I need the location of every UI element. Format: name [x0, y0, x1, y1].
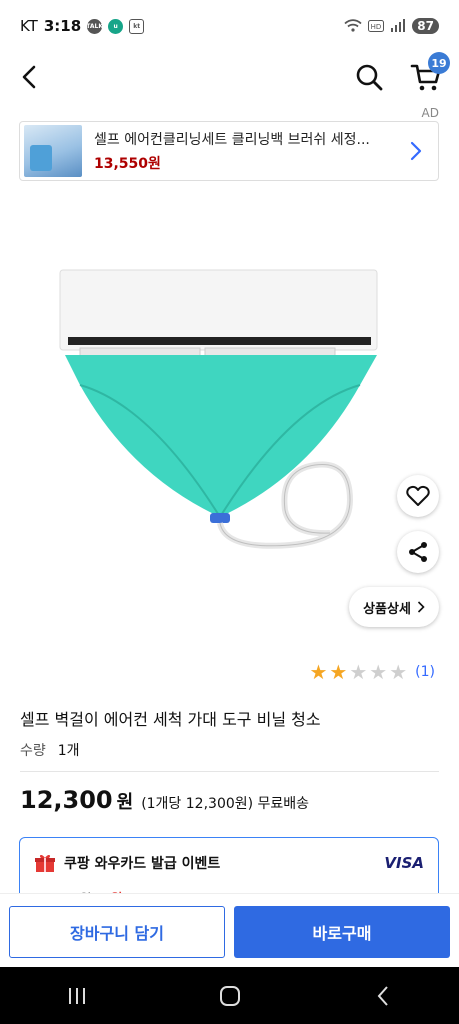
share-button[interactable] [397, 531, 439, 573]
system-back-button[interactable] [353, 976, 413, 1016]
ad-banner[interactable]: 셀프 에어컨클리닝세트 클리닝백 브러쉬 세정... 13,550원 [19, 121, 439, 181]
talk-icon: TALK [86, 18, 103, 34]
ad-thumbnail [24, 125, 82, 177]
review-count[interactable]: (1) [415, 664, 435, 680]
star-icon: ★ [309, 660, 328, 684]
back-chevron-icon [377, 985, 388, 1006]
home-button[interactable] [200, 976, 260, 1016]
top-app-bar: 19 [0, 52, 459, 102]
gift-icon [35, 854, 55, 872]
system-nav-bar [0, 967, 459, 1024]
cart-button[interactable]: 19 [406, 52, 450, 94]
svg-text:HD: HD [371, 23, 382, 31]
price-unit: 원 [116, 792, 134, 813]
back-button[interactable] [12, 60, 46, 94]
star-icon: ★ [329, 660, 348, 684]
wifi-icon [344, 19, 362, 32]
share-icon [409, 542, 427, 562]
back-arrow-icon [22, 65, 36, 89]
price-row: 12,300 원 (1개당 12,300원) 무료배송 [20, 786, 309, 814]
product-image [59, 269, 378, 549]
wishlist-button[interactable] [397, 475, 439, 517]
product-detail-button[interactable]: 상품상세 [349, 587, 439, 627]
signal-icon [391, 19, 406, 32]
unit-price-shipping: (1개당 12,300원) 무료배송 [141, 796, 310, 812]
visa-logo: VISA [384, 854, 424, 872]
buy-now-button[interactable]: 바로구매 [234, 906, 450, 958]
kt-icon: kt [129, 18, 145, 34]
quantity-row: 수량 1개 [20, 740, 80, 760]
quantity-label: 수량 [20, 743, 46, 759]
search-button[interactable] [352, 60, 386, 94]
time-label: 3:18 [43, 17, 82, 35]
product-title: 셀프 벽걸이 에어컨 세척 가대 도구 비닐 청소 [20, 710, 321, 729]
ad-price: 13,550원 [94, 156, 161, 172]
divider [20, 771, 439, 772]
status-bar: KT 3:18 TALK u kt HD 87 [0, 0, 459, 52]
product-detail-label: 상품상세 [363, 601, 411, 617]
recent-apps-icon [68, 987, 85, 1004]
cart-count-badge: 19 [428, 52, 450, 74]
star-icon: ★ [389, 660, 408, 684]
star-icon: ★ [349, 660, 368, 684]
promo-title: 쿠팡 와우카드 발급 이벤트 [64, 856, 221, 872]
star-icon: ★ [369, 660, 388, 684]
home-icon [219, 985, 240, 1006]
unknown-app-icon: u [108, 18, 124, 34]
bottom-action-bar: 장바구니 담기 바로구매 [0, 893, 459, 967]
ad-title: 셀프 에어컨클리닝세트 클리닝백 브러쉬 세정... [94, 132, 370, 148]
recent-apps-button[interactable] [47, 976, 107, 1016]
rating[interactable]: ★ ★ ★ ★ ★ (1) [309, 662, 435, 682]
search-icon [356, 64, 383, 91]
hd-icon: HD [368, 20, 385, 32]
battery-indicator: 87 [412, 18, 439, 34]
carrier-label: KT [20, 17, 38, 35]
ad-label: AD [421, 106, 439, 120]
quantity-value: 1개 [57, 743, 80, 759]
chevron-right-icon [410, 141, 422, 161]
chevron-right-icon [417, 601, 425, 613]
heart-icon [406, 485, 430, 506]
add-to-cart-button[interactable]: 장바구니 담기 [9, 906, 225, 958]
product-price: 12,300 [20, 786, 113, 814]
